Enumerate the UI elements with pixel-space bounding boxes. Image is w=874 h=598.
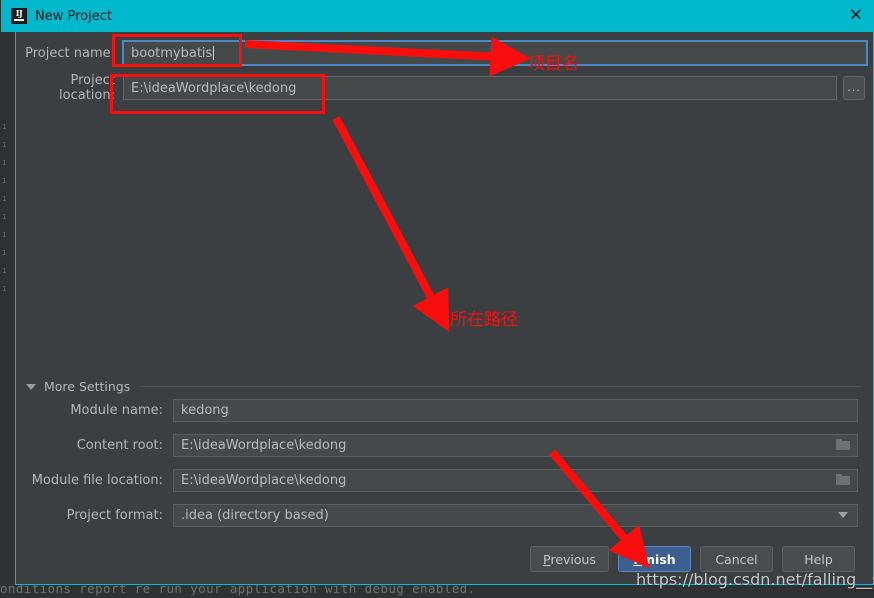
module-name-row: Module name: kedong (16, 398, 866, 422)
project-format-select[interactable]: .idea (directory based) (173, 503, 858, 527)
project-location-row: Project location: E:\ideaWordplace\kedon… (16, 73, 873, 103)
cancel-button[interactable]: Cancel (700, 546, 773, 572)
module-name-input[interactable]: kedong (173, 398, 858, 422)
watermark-text: https://blog.csdn.net/falling__star (636, 570, 874, 589)
project-location-value: E:\ideaWordplace\kedong (131, 80, 297, 96)
text-caret (213, 46, 215, 60)
project-location-input[interactable]: E:\ideaWordplace\kedong (123, 76, 837, 100)
module-file-location-input[interactable]: E:\ideaWordplace\kedong (173, 468, 858, 492)
module-file-location-row: Module file location: E:\ideaWordplace\k… (16, 468, 866, 492)
content-root-row: Content root: E:\ideaWordplace\kedong (16, 433, 866, 457)
dialog-titlebar: IJ New Project ✕ (1, 0, 874, 32)
module-file-location-value: E:\ideaWordplace\kedong (181, 472, 347, 488)
new-project-dialog: IJ New Project ✕ Project name: bootmybat… (1, 0, 874, 585)
chevron-down-icon[interactable] (26, 383, 36, 390)
finish-label: inish (641, 551, 676, 567)
content-root-input[interactable]: E:\ideaWordplace\kedong (173, 433, 858, 457)
browse-location-button[interactable]: ... (843, 76, 865, 100)
module-name-label: Module name: (70, 402, 163, 418)
help-button[interactable]: Help (782, 546, 855, 572)
folder-icon[interactable] (836, 439, 851, 451)
project-format-row: Project format: .idea (directory based) (16, 503, 866, 527)
more-settings-form: Module name: kedong Content root: E:\ide… (16, 398, 866, 538)
dialog-footer: Previous Finish Cancel Help (529, 546, 855, 572)
intellij-idea-icon: IJ (11, 8, 27, 24)
project-name-label: Project name: (25, 45, 115, 61)
project-location-label: Project location: (59, 73, 115, 103)
previous-label: revious (550, 551, 596, 567)
chevron-down-icon[interactable] (838, 512, 848, 518)
close-icon[interactable]: ✕ (849, 7, 863, 25)
screen: 1 1 1 1 1 1 1 1 1 1 onditions report re … (0, 0, 874, 598)
top-form: Project name: bootmybatis Project locati… (16, 32, 873, 103)
content-root-value: E:\ideaWordplace\kedong (181, 437, 347, 453)
module-file-location-label: Module file location: (31, 472, 163, 488)
dialog-title: New Project (35, 8, 112, 24)
finish-button[interactable]: Finish (618, 546, 691, 572)
folder-icon[interactable] (836, 474, 851, 486)
project-name-row: Project name: bootmybatis (16, 39, 873, 67)
section-divider (140, 386, 861, 387)
previous-button[interactable]: Previous (529, 546, 609, 572)
project-format-value: .idea (directory based) (181, 507, 329, 523)
finish-mnemonic: F (633, 551, 642, 567)
content-root-label: Content root: (76, 437, 163, 453)
project-name-input[interactable]: bootmybatis (122, 40, 868, 66)
project-format-label: Project format: (66, 507, 163, 523)
editor-gutter-marks: 1 1 1 1 1 1 1 1 1 1 (2, 123, 7, 293)
project-name-value: bootmybatis (131, 45, 213, 61)
more-settings-label: More Settings (44, 379, 131, 394)
more-settings-header[interactable]: More Settings (26, 379, 861, 394)
previous-mnemonic: P (542, 551, 551, 567)
module-name-value: kedong (181, 402, 229, 418)
